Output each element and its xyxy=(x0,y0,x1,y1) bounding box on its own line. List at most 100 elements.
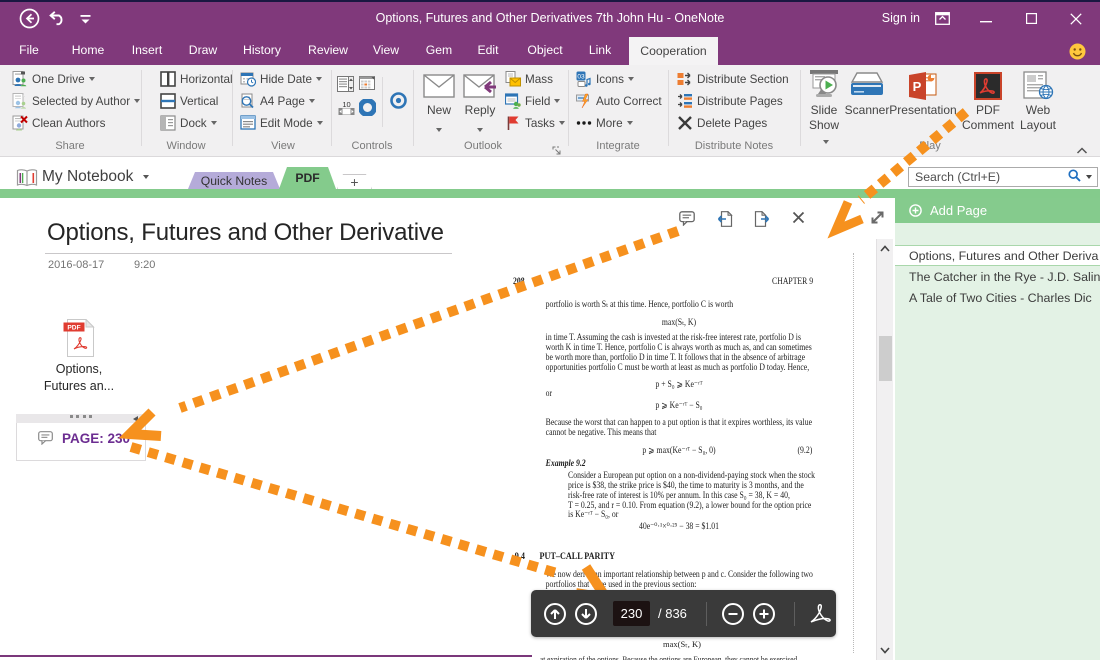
quick-access-toolbar-dropdown[interactable] xyxy=(77,2,93,35)
note-text[interactable]: PAGE: 230 xyxy=(62,431,130,446)
one-drive-button[interactable]: One Drive xyxy=(12,69,95,89)
clean-authors-button[interactable]: Clean Authors xyxy=(12,113,105,133)
note-drag-handle[interactable] xyxy=(16,414,146,423)
page-down-button[interactable] xyxy=(575,603,597,625)
field-label: Field xyxy=(525,95,550,108)
new-section-tab[interactable]: + xyxy=(337,174,372,189)
dock-button[interactable]: Dock xyxy=(160,113,217,133)
page-list-item-selected[interactable]: Options, Futures and Other Deriva xyxy=(895,245,1100,266)
pdf-comment-button[interactable]: PDF Comment xyxy=(960,69,1016,133)
one-drive-label: One Drive xyxy=(32,73,85,86)
search-icon[interactable] xyxy=(1068,169,1081,185)
menu-tab-review[interactable]: Review xyxy=(305,35,351,65)
previous-page-file-icon[interactable] xyxy=(717,211,733,227)
open-in-acrobat-icon[interactable] xyxy=(808,603,834,625)
menu-tab-link[interactable]: Link xyxy=(585,35,615,65)
scan-formula: p ⩾ Ke⁻ʳᵀ − S₀ xyxy=(546,401,813,411)
more-button[interactable]: More xyxy=(576,113,633,133)
back-button[interactable] xyxy=(18,2,40,35)
menu-tab-gem[interactable]: Gem xyxy=(423,35,455,65)
page-list-item[interactable]: A Tale of Two Cities - Charles Dic xyxy=(895,288,1100,309)
reply-email-button[interactable]: Reply xyxy=(460,69,500,135)
new-email-button[interactable]: New xyxy=(420,69,458,135)
delete-pages-icon xyxy=(677,115,693,131)
zoom-in-button[interactable] xyxy=(753,603,775,625)
section-tab-quick-notes[interactable]: Quick Notes xyxy=(188,172,280,189)
mass-button[interactable]: Mass xyxy=(505,69,553,89)
hide-date-label: Hide Date xyxy=(260,73,312,86)
selected-by-author-button[interactable]: Selected by Author xyxy=(12,91,140,111)
spin-control-button[interactable]: 10 xyxy=(338,98,355,118)
ribbon-display-options-icon[interactable] xyxy=(934,2,950,35)
distribute-section-button[interactable]: Distribute Section xyxy=(677,69,789,89)
menu-tab-file[interactable]: File xyxy=(10,35,48,65)
page-title[interactable]: Options, Futures and Other Derivative xyxy=(47,219,451,247)
horizontal-button[interactable]: Horizontal xyxy=(160,69,233,89)
target-control-button[interactable] xyxy=(390,90,407,110)
mass-label: Mass xyxy=(525,73,553,86)
chevron-down-icon xyxy=(309,99,315,103)
next-page-file-icon[interactable] xyxy=(754,211,770,227)
auto-correct-button[interactable]: Auto Correct xyxy=(576,91,662,111)
undo-button[interactable] xyxy=(47,2,67,35)
menu-tab-draw[interactable]: Draw xyxy=(184,35,222,65)
scrollbar-thumb[interactable] xyxy=(879,336,892,381)
chevron-down-icon xyxy=(627,121,633,125)
menu-tab-insert[interactable]: Insert xyxy=(126,35,168,65)
collapse-ribbon-button[interactable] xyxy=(1076,142,1088,152)
page-up-button[interactable] xyxy=(544,603,566,625)
icons-button[interactable]: 03 Icons xyxy=(576,69,634,89)
page-list-item[interactable]: The Catcher in the Rye - J.D. Salin xyxy=(895,267,1100,288)
scanner-button[interactable]: Scanner xyxy=(844,69,890,118)
vertical-button[interactable]: Vertical xyxy=(160,91,218,111)
field-button[interactable]: Field xyxy=(505,91,560,111)
tasks-button[interactable]: Tasks xyxy=(505,113,565,133)
a4-page-button[interactable]: A4 Page xyxy=(240,91,315,111)
sign-in-link[interactable]: Sign in xyxy=(882,2,920,35)
more-dots-icon xyxy=(576,115,592,131)
smiley-feedback-icon[interactable] xyxy=(1068,42,1086,60)
close-button[interactable] xyxy=(1065,2,1087,35)
maximize-button[interactable] xyxy=(1020,2,1042,35)
section-tab-label: PDF xyxy=(295,171,319,185)
menu-tab-history[interactable]: History xyxy=(239,35,285,65)
preview-comment-icon[interactable] xyxy=(679,211,695,227)
donut-control-button[interactable] xyxy=(359,97,376,117)
expand-preview-icon[interactable] xyxy=(869,209,885,225)
icons-label: Icons xyxy=(596,73,624,86)
hide-date-button[interactable]: Hide Date xyxy=(240,69,322,89)
preview-scrollbar[interactable] xyxy=(876,239,893,660)
search-input[interactable]: Search (Ctrl+E) xyxy=(908,167,1098,187)
svg-text:P: P xyxy=(913,79,922,94)
svg-text:PDF: PDF xyxy=(67,325,80,332)
presentation-button[interactable]: P Presentation xyxy=(888,69,958,118)
note-outline-container[interactable]: PAGE: 230 xyxy=(16,414,146,461)
notebook-name[interactable]: My Notebook xyxy=(42,168,149,186)
current-page-input[interactable]: 230 xyxy=(613,601,650,626)
menu-tab-object[interactable]: Object xyxy=(522,35,568,65)
minimize-button[interactable] xyxy=(975,2,997,35)
close-preview-icon[interactable] xyxy=(792,211,808,227)
web-layout-button[interactable]: Web Layout xyxy=(1014,69,1062,133)
scan-formula: 40e⁻⁰·¹×⁰·²⁵ − 38 = $1.01 xyxy=(546,522,813,532)
menu-tab-edit[interactable]: Edit xyxy=(473,35,503,65)
pdf-attachment[interactable]: PDF Options, Futures an... xyxy=(39,319,119,394)
pdf-comment-icon xyxy=(960,69,1016,103)
slide-show-button[interactable]: Slide Show xyxy=(806,69,842,148)
menu-tab-home[interactable]: Home xyxy=(66,35,110,65)
section-tab-pdf[interactable]: PDF xyxy=(279,167,336,189)
search-scope-dropdown-icon[interactable] xyxy=(1086,175,1092,179)
grid-control-button[interactable] xyxy=(359,74,375,94)
add-page-button[interactable]: Add Page xyxy=(895,198,1100,223)
zoom-out-button[interactable] xyxy=(722,603,744,625)
scan-text-line: portfolios that were used in the previou… xyxy=(546,580,813,590)
listbox-control-button[interactable] xyxy=(337,74,354,94)
edit-mode-button[interactable]: Edit Mode xyxy=(240,113,323,133)
menu-tab-cooperation[interactable]: Cooperation xyxy=(629,37,718,65)
outlook-dialog-launcher[interactable] xyxy=(552,143,562,153)
distribute-pages-button[interactable]: Distribute Pages xyxy=(677,91,783,111)
menu-tab-view[interactable]: View xyxy=(367,35,405,65)
collapse-note-icon[interactable] xyxy=(133,416,138,422)
delete-pages-button[interactable]: Delete Pages xyxy=(677,113,767,133)
ribbon-group-separator xyxy=(800,70,801,146)
